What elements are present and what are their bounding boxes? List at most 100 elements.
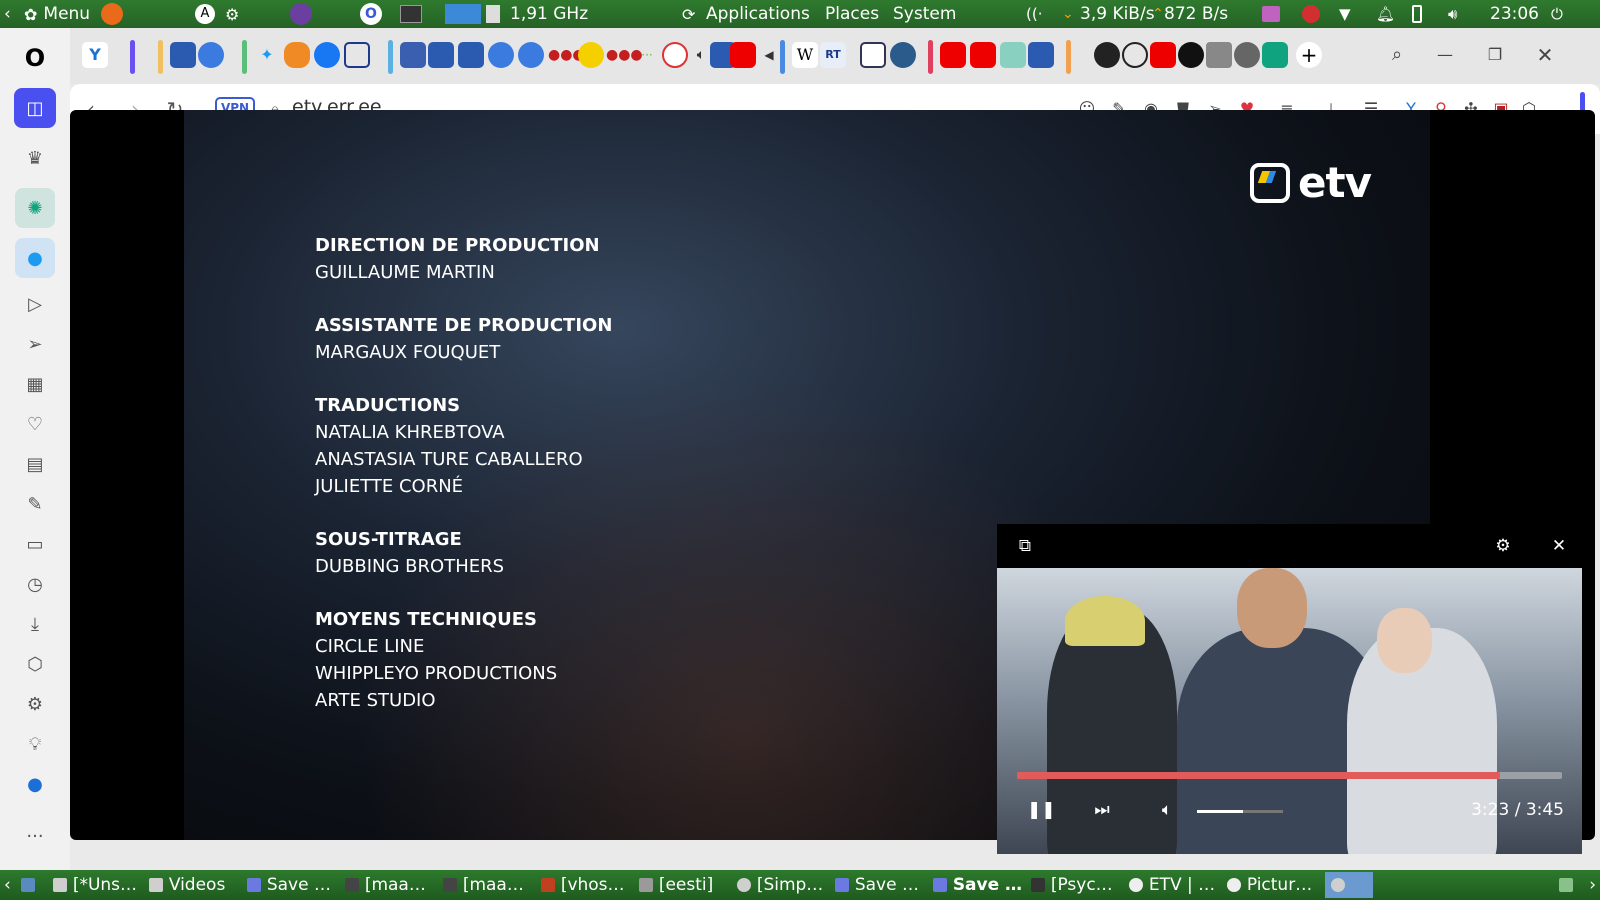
- tab-dots-icon[interactable]: ···: [634, 42, 660, 68]
- tab-chart-icon[interactable]: [1000, 42, 1026, 68]
- tab-clock-icon[interactable]: [662, 42, 688, 68]
- taskbar-item[interactable]: [maa…: [437, 872, 535, 898]
- tab-youtube-icon[interactable]: [730, 42, 756, 68]
- tab-dots-icon[interactable]: ●●●: [548, 42, 585, 68]
- tab-twitter-icon[interactable]: ✦: [254, 42, 280, 68]
- tab-wikipedia-icon[interactable]: W: [792, 42, 818, 68]
- tab-dots-icon[interactable]: ●●●: [606, 42, 643, 68]
- settings-icon[interactable]: ⚙: [21, 690, 49, 718]
- record-indicator-icon[interactable]: [1302, 5, 1320, 23]
- tab-metamask-icon[interactable]: [284, 42, 310, 68]
- tab-pm-icon[interactable]: [198, 42, 224, 68]
- places-menu[interactable]: Places: [825, 4, 879, 24]
- tab-err-icon[interactable]: [170, 42, 196, 68]
- extensions-icon[interactable]: ⬡: [21, 650, 49, 678]
- tab-rt-icon[interactable]: RT: [820, 42, 846, 68]
- history-icon[interactable]: ◷: [21, 570, 49, 598]
- maximize-window-icon[interactable]: ❐: [1482, 42, 1508, 68]
- notifications-bell-icon[interactable]: 🔔︎: [1376, 5, 1395, 23]
- taskbar-item[interactable]: ETV | …: [1123, 872, 1221, 898]
- wifi-signal-icon[interactable]: ((·: [1026, 5, 1042, 23]
- tab-facebook-icon[interactable]: [314, 42, 340, 68]
- tab-grid-icon[interactable]: [1206, 42, 1232, 68]
- battery-icon[interactable]: [1412, 5, 1422, 23]
- taskbar-tray-icon[interactable]: [1553, 872, 1585, 898]
- tab-pen-icon[interactable]: [860, 42, 886, 68]
- taskbar-item[interactable]: [maa…: [339, 872, 437, 898]
- downloads-icon[interactable]: ⤓: [21, 610, 49, 638]
- network-icon[interactable]: ▼: [1339, 5, 1351, 23]
- tab-err-icon[interactable]: [1028, 42, 1054, 68]
- heart-icon[interactable]: ♡: [21, 410, 49, 438]
- close-window-icon[interactable]: ✕: [1532, 42, 1558, 68]
- panel-collapse-left-icon[interactable]: ‹: [4, 4, 11, 24]
- taskbar-scroll-right-icon[interactable]: ›: [1585, 872, 1600, 898]
- tips-lightbulb-icon[interactable]: 💡︎: [21, 730, 49, 758]
- tab-err-icon[interactable]: [428, 42, 454, 68]
- taskbar-item[interactable]: [vhos…: [535, 872, 633, 898]
- crown-icon[interactable]: ♛: [21, 144, 49, 172]
- tab-youtube-icon[interactable]: [970, 42, 996, 68]
- settings-launcher-icon[interactable]: ⚙: [225, 5, 239, 24]
- volume-icon[interactable]: 🔈︎: [1155, 798, 1179, 822]
- taskbar-item-active-window[interactable]: [1324, 872, 1373, 898]
- sound-recorder-icon[interactable]: [1262, 6, 1280, 22]
- power-icon[interactable]: ⏻: [1551, 5, 1563, 23]
- player-icon[interactable]: ▷: [21, 290, 49, 318]
- minimize-window-icon[interactable]: —: [1432, 42, 1458, 68]
- more-options-icon[interactable]: ···: [21, 822, 49, 850]
- open-in-tab-icon[interactable]: ⧉: [1013, 534, 1037, 558]
- tab-pm-icon[interactable]: [488, 42, 514, 68]
- picture-in-picture-window[interactable]: ⧉ ⚙ ✕ ❚❚ ⏭ 🔈︎ 3:23 / 3:45: [997, 524, 1582, 854]
- accessibility-launcher-icon[interactable]: A: [195, 4, 215, 24]
- twitter-icon[interactable]: ●: [15, 238, 55, 278]
- tab-openai-icon[interactable]: [1094, 42, 1120, 68]
- pinboard-icon[interactable]: ✎: [21, 490, 49, 518]
- tab-err-icon[interactable]: [400, 42, 426, 68]
- system-menu[interactable]: System: [893, 4, 956, 24]
- tab-unv-icon[interactable]: [1178, 42, 1204, 68]
- terminal-launcher-icon[interactable]: [400, 5, 422, 23]
- app-launcher-icon[interactable]: [290, 3, 312, 25]
- taskbar-item[interactable]: [Psyc…: [1025, 872, 1123, 898]
- tab-youtube-icon[interactable]: [1150, 42, 1176, 68]
- pause-icon[interactable]: ❚❚: [1027, 798, 1056, 822]
- tab-speaker-icon[interactable]: ◀: [756, 42, 782, 68]
- tab-openai-icon[interactable]: [1122, 42, 1148, 68]
- taskbar-scroll-left-icon[interactable]: ‹: [0, 872, 15, 898]
- taskbar-item[interactable]: [Simp…: [731, 872, 829, 898]
- workspaces-icon[interactable]: ◫: [14, 88, 56, 128]
- tabs-icon[interactable]: ▭: [21, 530, 49, 558]
- opera-launcher-icon[interactable]: O: [360, 3, 382, 25]
- taskbar-item[interactable]: [eesti]: [633, 872, 731, 898]
- tab-youtube-icon[interactable]: [940, 42, 966, 68]
- tab-qr-icon[interactable]: [344, 42, 370, 68]
- tab-err-icon[interactable]: [458, 42, 484, 68]
- tab-globe-icon[interactable]: [1234, 42, 1260, 68]
- news-icon[interactable]: ▤: [21, 450, 49, 478]
- taskbar-item[interactable]: Pictur…: [1221, 872, 1321, 898]
- volume-icon[interactable]: 🔊︎: [1448, 5, 1457, 23]
- applications-menu[interactable]: Applications: [706, 4, 810, 24]
- send-icon[interactable]: ➢: [21, 330, 49, 358]
- firefox-launcher-icon[interactable]: [101, 3, 123, 25]
- pip-volume-slider[interactable]: [1197, 810, 1283, 813]
- taskbar-item[interactable]: Save …: [241, 872, 339, 898]
- speed-dial-icon[interactable]: ▦: [21, 370, 49, 398]
- new-tab-button[interactable]: +: [1296, 42, 1322, 68]
- tab-openai-icon[interactable]: [1262, 42, 1288, 68]
- opera-logo-icon[interactable]: O: [21, 44, 49, 72]
- tab-map-icon[interactable]: [890, 42, 916, 68]
- pip-settings-gear-icon[interactable]: ⚙: [1491, 534, 1515, 558]
- taskbar-item[interactable]: Save …: [829, 872, 927, 898]
- pip-progress-bar[interactable]: [1017, 772, 1562, 779]
- taskbar-item[interactable]: Videos: [143, 872, 241, 898]
- tab-k-icon[interactable]: [578, 42, 604, 68]
- taskbar-item-active[interactable]: Save …: [927, 872, 1025, 898]
- pip-close-icon[interactable]: ✕: [1547, 534, 1571, 558]
- chat-icon[interactable]: ●: [21, 770, 49, 798]
- show-desktop-icon[interactable]: [15, 872, 47, 898]
- tab-pm-icon[interactable]: [518, 42, 544, 68]
- chatgpt-icon[interactable]: ✺: [15, 188, 55, 228]
- clock[interactable]: 23:06: [1490, 4, 1539, 24]
